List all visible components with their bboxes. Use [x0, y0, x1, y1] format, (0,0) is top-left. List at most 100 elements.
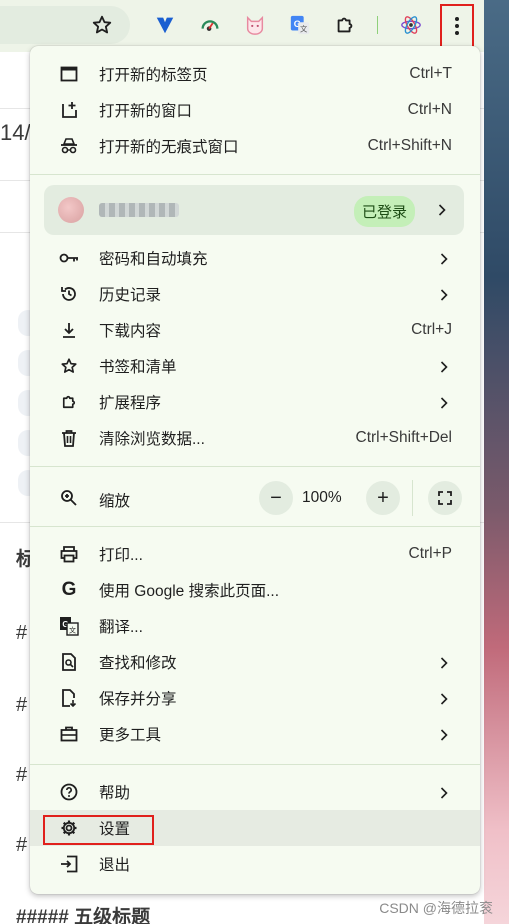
- help-icon: [58, 781, 80, 803]
- bg-hash-fragment: #: [16, 622, 28, 644]
- menu-item-history[interactable]: 历史记录: [30, 276, 480, 312]
- menu-item-bookmarks[interactable]: 书签和清单: [30, 348, 480, 384]
- bg-hash-fragment: #: [16, 694, 28, 716]
- zoom-out-button[interactable]: −: [259, 481, 293, 515]
- menu-shortcut: Ctrl+Shift+Del: [355, 429, 452, 446]
- avatar: [58, 197, 84, 223]
- bg-hash-fragment: #: [16, 834, 28, 856]
- chevron-right-icon: [440, 289, 450, 301]
- menu-item-downloads[interactable]: 下载内容 Ctrl+J: [30, 312, 480, 348]
- menu-label: 退出: [99, 857, 131, 874]
- gauge-icon[interactable]: [198, 13, 222, 37]
- bg-text-fragment: 14/: [0, 120, 31, 145]
- menu-item-new-window[interactable]: 打开新的窗口 Ctrl+N: [30, 92, 480, 128]
- menu-shortcut: Ctrl+T: [409, 65, 452, 82]
- kebab-menu-icon: [455, 17, 459, 35]
- menu-item-help[interactable]: 帮助: [30, 774, 480, 810]
- history-icon: [58, 283, 80, 305]
- menu-label: 书签和清单: [99, 359, 177, 376]
- zoom-level: 100%: [302, 489, 342, 506]
- menu-separator: [30, 174, 480, 175]
- save-page-icon: [58, 687, 80, 709]
- zoom-divider: [412, 480, 413, 516]
- menu-label: 扩展程序: [99, 395, 162, 412]
- menu-item-more-tools[interactable]: 更多工具: [30, 716, 480, 752]
- menu-shortcut: Ctrl+J: [411, 321, 452, 338]
- menu-label: 帮助: [99, 785, 131, 802]
- menu-item-passwords[interactable]: 密码和自动填充: [30, 240, 480, 276]
- svg-text:文: 文: [300, 24, 308, 33]
- chevron-right-icon: [440, 787, 450, 799]
- browser-toolbar: G文: [0, 0, 484, 52]
- menu-item-extensions[interactable]: 扩展程序: [30, 384, 480, 420]
- zoom-row: 缩放 − 100% +: [30, 472, 480, 524]
- atom-icon[interactable]: [399, 13, 423, 37]
- menu-label: 更多工具: [99, 727, 162, 744]
- chevron-right-icon: [440, 693, 450, 705]
- chevron-right-icon: [440, 729, 450, 741]
- puzzle-icon[interactable]: [333, 13, 357, 37]
- star-icon[interactable]: [90, 13, 114, 37]
- key-icon: [58, 247, 80, 269]
- find-page-icon: [58, 651, 80, 673]
- chrome-main-menu: 打开新的标签页 Ctrl+T 打开新的窗口 Ctrl+N 打开新的无痕式窗口 C…: [30, 46, 480, 894]
- menu-label: 翻译...: [99, 619, 143, 636]
- menu-shortcut: Ctrl+P: [408, 545, 453, 562]
- menu-item-find-edit[interactable]: 查找和修改: [30, 644, 480, 680]
- puzzle-icon: [58, 391, 80, 413]
- printer-icon: [58, 543, 80, 565]
- zoom-icon: [58, 487, 80, 509]
- signed-in-badge: 已登录: [354, 196, 416, 227]
- menu-label: 清除浏览数据...: [99, 431, 205, 448]
- new-tab-icon: [58, 63, 80, 85]
- kebab-menu-button[interactable]: [440, 4, 474, 48]
- fullscreen-icon: [438, 491, 452, 505]
- chevron-right-icon: [438, 204, 446, 216]
- google-icon: G: [61, 579, 77, 600]
- menu-label: 下载内容: [99, 323, 162, 340]
- menu-label: 打开新的窗口: [99, 103, 193, 120]
- toolbox-icon: [58, 723, 80, 745]
- menu-shortcut: Ctrl+Shift+N: [367, 137, 452, 154]
- menu-shortcut: Ctrl+N: [407, 101, 452, 118]
- watermark: CSDN @海德拉衮: [379, 900, 493, 916]
- chevron-right-icon: [440, 253, 450, 265]
- menu-label: 保存并分享: [99, 691, 177, 708]
- menu-label: 打开新的无痕式窗口: [99, 139, 239, 156]
- menu-separator: [30, 466, 480, 467]
- menu-item-google-search[interactable]: G 使用 Google 搜索此页面...: [30, 572, 480, 608]
- menu-item-exit[interactable]: 退出: [30, 846, 480, 882]
- menu-item-clear-data[interactable]: 清除浏览数据... Ctrl+Shift+Del: [30, 420, 480, 456]
- bg-hash-fragment: #: [16, 764, 28, 786]
- fullscreen-button[interactable]: [428, 481, 462, 515]
- new-window-icon: [58, 99, 80, 121]
- incognito-icon: [58, 135, 80, 157]
- menu-label: 查找和修改: [99, 655, 177, 672]
- menu-item-incognito[interactable]: 打开新的无痕式窗口 Ctrl+Shift+N: [30, 128, 480, 164]
- menu-separator: [30, 526, 480, 527]
- menu-item-new-tab[interactable]: 打开新的标签页 Ctrl+T: [30, 56, 480, 92]
- profile-row[interactable]: 已登录: [44, 185, 464, 235]
- menu-separator: [30, 764, 480, 765]
- download-icon: [58, 319, 80, 341]
- zoom-label: 缩放: [99, 493, 131, 510]
- zoom-in-button[interactable]: +: [366, 481, 400, 515]
- menu-item-save-share[interactable]: 保存并分享: [30, 680, 480, 716]
- cat-icon[interactable]: [243, 13, 267, 37]
- svg-text:文: 文: [69, 626, 76, 635]
- settings-highlight-box: [43, 815, 154, 845]
- google-translate-icon[interactable]: G文: [288, 13, 312, 37]
- menu-label: 打印...: [99, 547, 143, 564]
- chevron-right-icon: [440, 361, 450, 373]
- toolbar-divider: [377, 16, 378, 34]
- profile-name-blurred: [99, 203, 179, 217]
- menu-item-translate[interactable]: G文 翻译...: [30, 608, 480, 644]
- chevron-right-icon: [440, 657, 450, 669]
- trash-icon: [58, 427, 80, 449]
- desktop-wallpaper: [484, 0, 509, 924]
- menu-label: 历史记录: [99, 287, 162, 304]
- menu-label: 使用 Google 搜索此页面...: [99, 583, 280, 600]
- extension-v-icon[interactable]: [153, 13, 177, 37]
- menu-item-print[interactable]: 打印... Ctrl+P: [30, 536, 480, 572]
- menu-label: 打开新的标签页: [99, 67, 208, 84]
